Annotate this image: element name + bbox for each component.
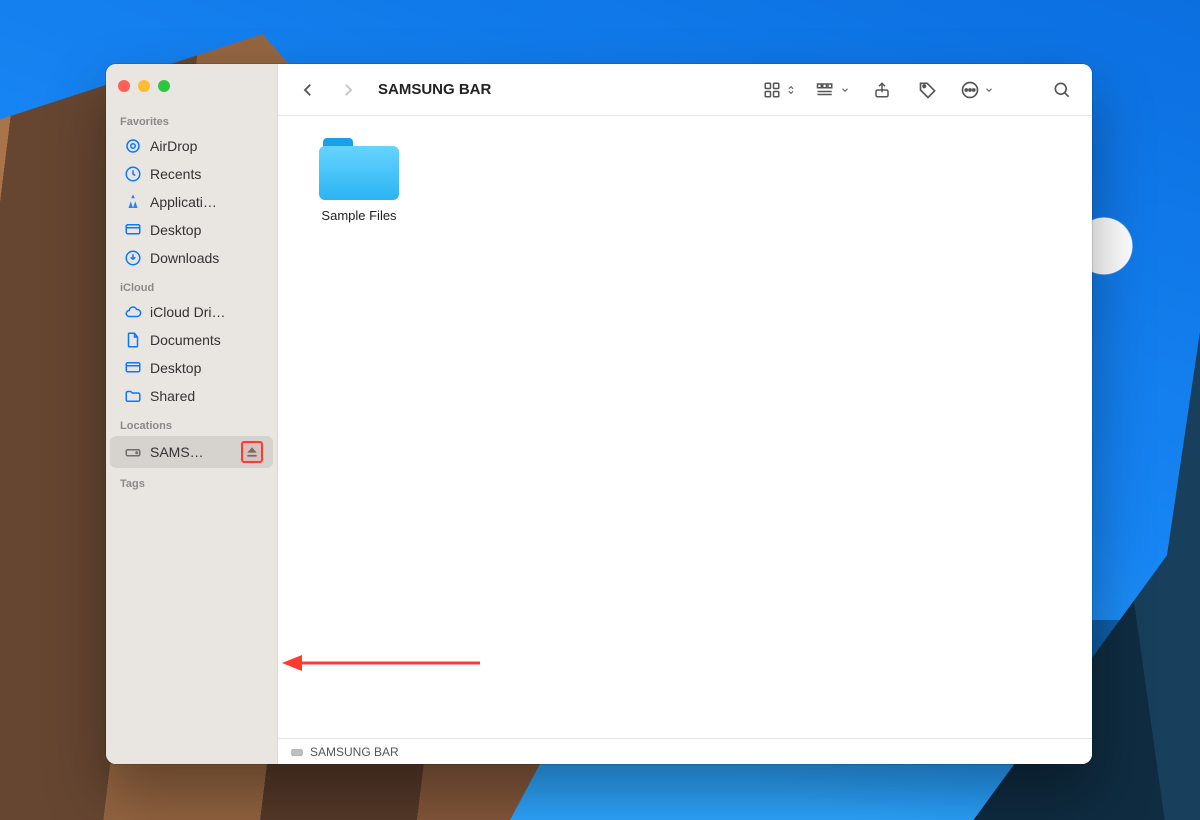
sidebar-item-label: Desktop: [150, 222, 263, 238]
window-controls: [106, 72, 277, 106]
sidebar-item-label: iCloud Dri…: [150, 304, 263, 320]
folder-item-sample-files[interactable]: Sample Files: [304, 138, 414, 223]
group-by-button[interactable]: [814, 76, 850, 104]
sidebar-item-downloads[interactable]: Downloads: [110, 244, 273, 272]
sidebar-item-icloud-desktop[interactable]: Desktop: [110, 354, 273, 382]
search-button[interactable]: [1048, 76, 1076, 104]
chevron-down-icon: [840, 85, 850, 95]
share-button[interactable]: [868, 76, 896, 104]
path-bar: SAMSUNG BAR: [278, 738, 1092, 764]
sidebar-item-label: Applicati…: [150, 194, 263, 210]
path-segment[interactable]: SAMSUNG BAR: [310, 745, 399, 759]
forward-button[interactable]: [334, 76, 362, 104]
sidebar-item-recents[interactable]: Recents: [110, 160, 273, 188]
sidebar-item-documents[interactable]: Documents: [110, 326, 273, 354]
document-icon: [124, 331, 142, 349]
sidebar-item-label: Desktop: [150, 360, 263, 376]
downloads-icon: [124, 249, 142, 267]
view-as-icons-button[interactable]: [762, 76, 796, 104]
cloud-icon: [124, 303, 142, 321]
external-disk-icon: [124, 443, 142, 461]
sidebar-section-icloud: iCloud: [106, 272, 277, 298]
sidebar-item-label: AirDrop: [150, 138, 263, 154]
airdrop-icon: [124, 137, 142, 155]
desktop-icon: [124, 221, 142, 239]
sidebar-item-label: SAMS…: [150, 444, 233, 460]
back-button[interactable]: [294, 76, 322, 104]
sidebar-item-icloud-drive[interactable]: iCloud Dri…: [110, 298, 273, 326]
finder-main: SAMSUNG BAR: [278, 64, 1092, 764]
applications-icon: [124, 193, 142, 211]
finder-content[interactable]: Sample Files: [278, 116, 1092, 738]
sidebar-item-label: Shared: [150, 388, 263, 404]
sidebar-section-tags: Tags: [106, 468, 277, 494]
search-icon: [1052, 80, 1072, 100]
chevron-up-down-icon: [786, 82, 796, 98]
sidebar-item-desktop[interactable]: Desktop: [110, 216, 273, 244]
more-actions-button[interactable]: [960, 76, 994, 104]
window-title: SAMSUNG BAR: [378, 81, 491, 98]
external-disk-icon: [290, 745, 304, 759]
shared-folder-icon: [124, 387, 142, 405]
tags-button[interactable]: [914, 76, 942, 104]
eject-button[interactable]: [241, 441, 263, 463]
desktop-icon: [124, 359, 142, 377]
zoom-window-button[interactable]: [158, 80, 170, 92]
finder-toolbar: SAMSUNG BAR: [278, 64, 1092, 116]
sidebar-item-samsung-bar[interactable]: SAMS…: [110, 436, 273, 468]
sidebar-item-applications[interactable]: Applicati…: [110, 188, 273, 216]
folder-icon: [319, 138, 399, 200]
sidebar-item-airdrop[interactable]: AirDrop: [110, 132, 273, 160]
minimize-window-button[interactable]: [138, 80, 150, 92]
item-label: Sample Files: [321, 208, 396, 223]
clock-icon: [124, 165, 142, 183]
sidebar-item-label: Recents: [150, 166, 263, 182]
finder-sidebar: Favorites AirDrop Recents Applicati…: [106, 64, 278, 764]
sidebar-item-label: Documents: [150, 332, 263, 348]
sidebar-item-label: Downloads: [150, 250, 263, 266]
close-window-button[interactable]: [118, 80, 130, 92]
chevron-down-icon: [984, 85, 994, 95]
sidebar-section-locations: Locations: [106, 410, 277, 436]
sidebar-item-shared[interactable]: Shared: [110, 382, 273, 410]
sidebar-section-favorites: Favorites: [106, 106, 277, 132]
finder-window: Favorites AirDrop Recents Applicati…: [106, 64, 1092, 764]
eject-icon: [245, 445, 259, 459]
